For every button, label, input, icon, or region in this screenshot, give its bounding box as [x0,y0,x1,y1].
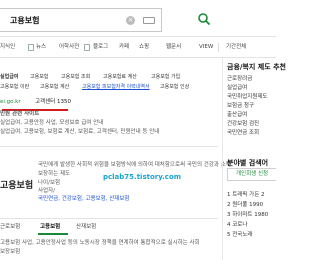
search-icon[interactable] [197,12,211,26]
tab-shopping[interactable]: 쇼핑 [139,44,149,51]
related-keyword-highlighted[interactable]: 고용보험 피보험자격 이력내역서 [82,82,150,92]
watermark: pclab75.tistory.com [103,173,182,181]
card-description: 국민에게 발생한 사회적 위험을 보험방식에 의하여 대처함으로써 국민의 건강… [38,162,231,168]
tab-bottom-3[interactable]: 산재보험 [76,224,96,231]
related-keyword[interactable]: 고용보험 인상 [160,82,189,92]
card-heading: 고용보험 [0,181,34,191]
tab-news[interactable]: 뉴스 [36,44,46,51]
rank-item[interactable]: 1 트래픽 가든 2 [227,192,265,199]
related-prefix[interactable]: 실업급여 [0,72,18,82]
rank-item[interactable]: 3 하이마트 1980 [227,212,268,219]
card-label: 사업자/ [38,188,56,194]
sidebar-link[interactable]: 출산급여 [227,112,247,119]
bottom-description-line2: 보장보험 [0,249,21,255]
search-input[interactable] [10,14,120,27]
news-icon [28,44,34,51]
active-tab-indicator [38,233,68,235]
divider [0,218,218,219]
tab-bottom-2[interactable]: 고용보험 [40,224,60,231]
divider [218,43,219,52]
tab-blog[interactable]: 블로그 [93,44,108,51]
sidebar-link[interactable]: 건강보험 검진 [227,121,259,128]
related-keyword[interactable]: 고용보험 계산 [40,82,69,92]
sidebar-button[interactable]: 개인회생 신청 [227,168,276,181]
tab-knowledge[interactable]: 지식인 [0,44,15,51]
bottom-description: 고용보험 사업, 고용안정사업 등의 노동시장 정책을 연계하여 통합적으로 실… [0,240,200,246]
rank-item[interactable]: 2 원더풀 1990 [227,202,263,209]
result-links: 실업급여, 고용보험, 보험료 계산, 보험료, 고객센터, 민원안내 등 안내 [0,129,160,135]
card-label: 나이/보험 [38,180,61,186]
tab-dictionary[interactable]: 어학사전 [59,44,79,51]
card-description-line2: 보장하는 제도 [38,171,71,177]
tab-bottom-1[interactable]: 근로보험 [0,224,20,231]
sidebar-link[interactable]: 근로장려금 [227,76,252,83]
tab-view[interactable]: VIEW [199,44,213,51]
divider [0,146,218,147]
result-description: 실업급여, 고용안정 사업, 모성보호 급여 안내 [0,120,104,126]
divider [0,36,276,37]
tab-cafe[interactable]: 카페 [119,44,129,51]
related-keyword[interactable]: 고용보험 [30,72,48,82]
related-keyword[interactable]: 고용보험료 계산 [103,72,137,82]
result-url[interactable]: ei.go.kr [0,99,21,106]
divider [0,57,276,58]
sidebar-link[interactable]: 국민연금 조회 [227,130,259,137]
sidebar-link[interactable]: 보험금 청구 [227,103,254,110]
tab-webdoc[interactable]: 웹문서 [166,44,181,51]
tab-period[interactable]: 기간전체 [226,44,246,51]
rank-item[interactable]: 4 코로나 [227,222,247,229]
blog-icon [84,44,90,51]
card-tags[interactable]: 국민연금, 건강보험, 고용보험, 산재보험 [38,196,129,203]
sidebar-title: 금융/복지 제도 추천 [227,63,286,71]
result-phone: 고객센터 1350 [35,99,71,105]
sidebar-link[interactable]: 국민취업지원제도 [227,94,267,101]
popular-title: 분야별 검색어 [227,159,269,167]
sidebar-divider [222,58,223,260]
rank-item[interactable]: 5 전국노래 [227,232,253,239]
sidebar-link[interactable]: 실업급여 [227,85,247,92]
related-keyword[interactable]: 고용보험 조회 [61,72,90,82]
related-keyword[interactable]: 고용보험 가입 [151,72,180,82]
related-keyword[interactable]: 고용보험 이란 [0,82,29,92]
clear-icon[interactable]: × [126,16,135,25]
result-title[interactable]: 민원 관련 사이트 [0,111,39,118]
keyboard-icon[interactable] [143,17,155,24]
search-box[interactable]: × [0,8,162,32]
